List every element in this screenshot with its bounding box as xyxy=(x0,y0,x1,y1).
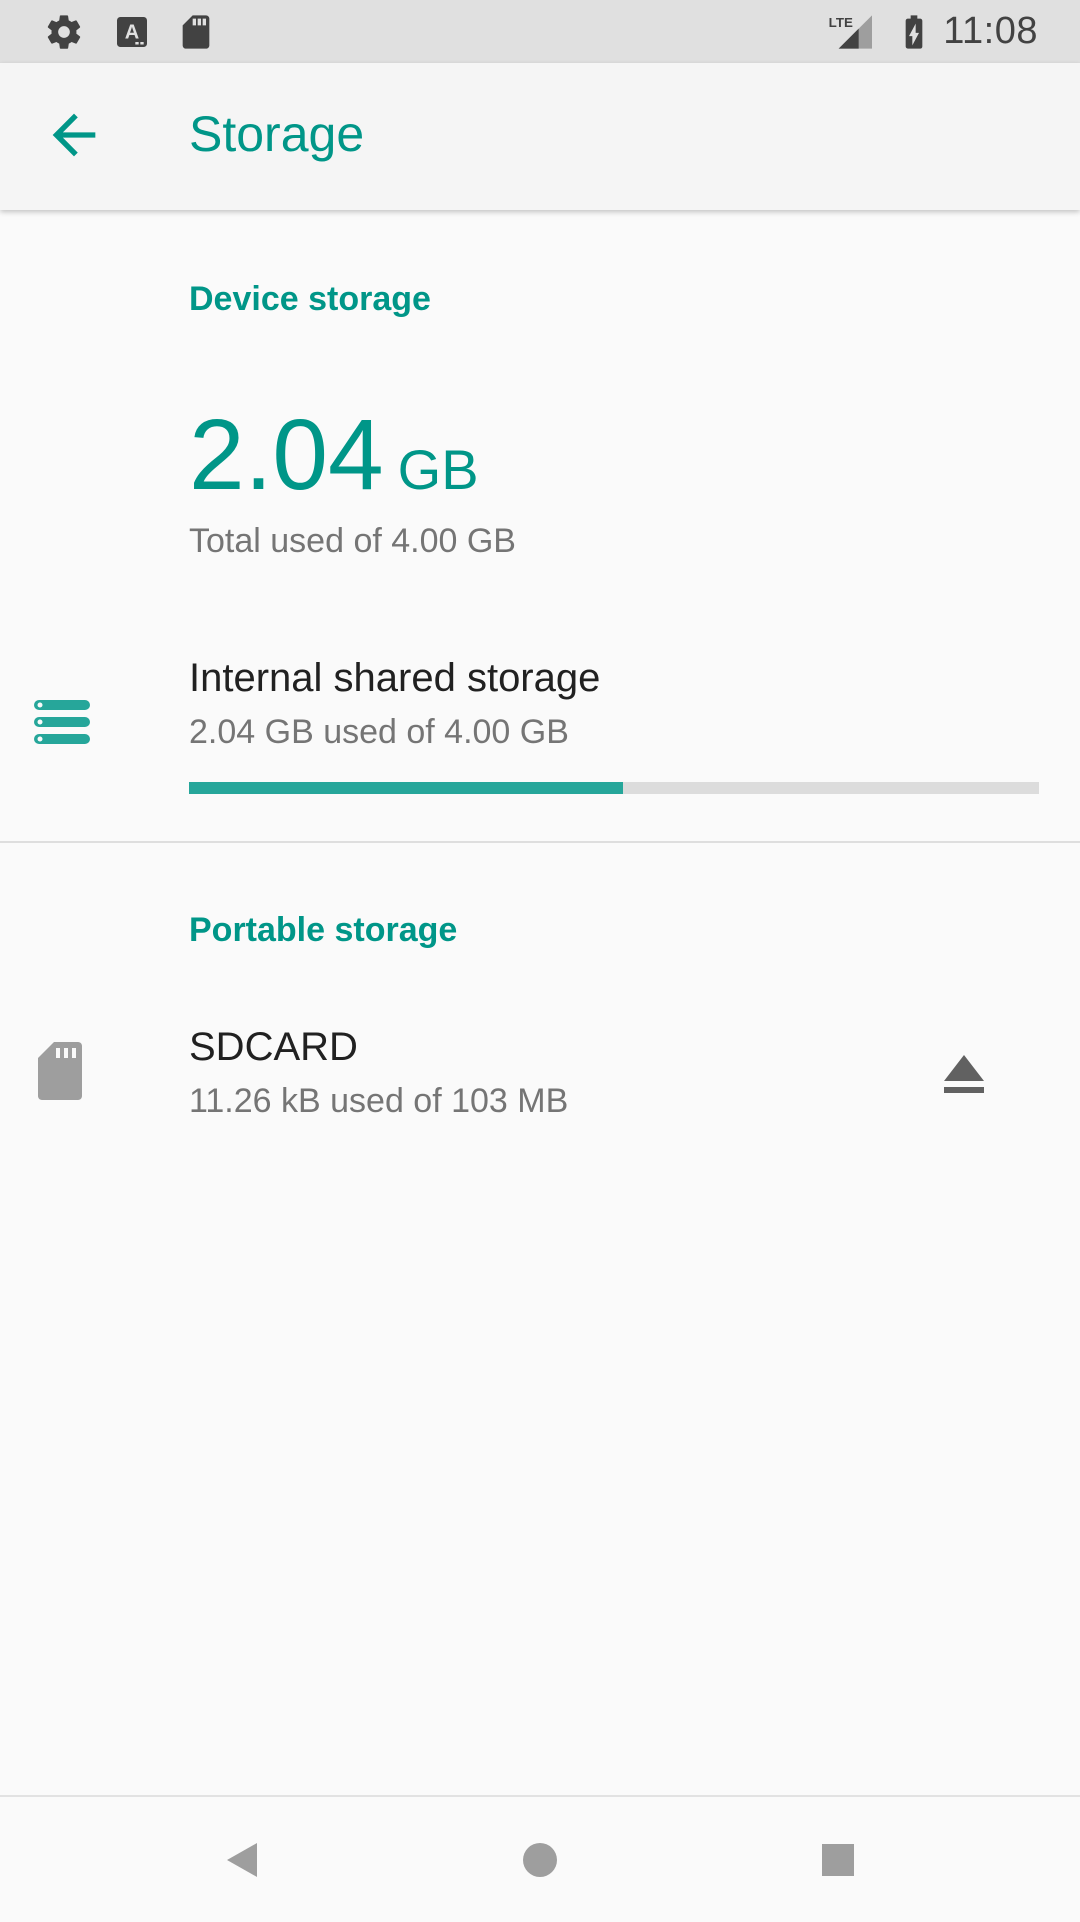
status-time: 11:08 xyxy=(943,10,1038,52)
used-value: 2.04 xyxy=(189,399,384,511)
used-unit: GB xyxy=(397,438,479,501)
used-storage-summary: 2.04 GB xyxy=(189,398,479,513)
text-a-icon: A xyxy=(117,17,147,47)
portable-storage-header: Portable storage xyxy=(189,911,458,949)
svg-text:A: A xyxy=(125,22,139,44)
eject-icon[interactable] xyxy=(920,1035,1008,1123)
internal-storage-title: Internal shared storage xyxy=(189,656,601,700)
lte-signal-icon: LTE xyxy=(829,15,872,49)
page-title: Storage xyxy=(189,106,365,162)
arrow-back-icon[interactable] xyxy=(42,103,106,167)
internal-storage-progress xyxy=(189,782,1039,794)
total-used-text: Total used of 4.00 GB xyxy=(189,522,516,560)
storage-icon xyxy=(34,700,90,744)
sdcard-title: SDCARD xyxy=(189,1025,358,1069)
back-triangle-icon[interactable] xyxy=(207,1825,277,1895)
sdcard-summary: 11.26 kB used of 103 MB xyxy=(189,1082,569,1120)
status-bar: A LTE 11:08 xyxy=(0,0,1080,63)
home-circle-icon[interactable] xyxy=(505,1825,575,1895)
progress-fill xyxy=(189,782,623,794)
gear-icon xyxy=(47,15,81,49)
recents-square-icon[interactable] xyxy=(803,1825,873,1895)
app-bar: Storage xyxy=(0,63,1080,210)
divider xyxy=(0,841,1080,843)
device-storage-header: Device storage xyxy=(189,280,431,318)
nav-bar xyxy=(0,1795,1080,1922)
battery-charging-icon xyxy=(905,15,923,49)
network-label: LTE xyxy=(829,15,853,30)
internal-storage-summary: 2.04 GB used of 4.00 GB xyxy=(189,713,569,751)
sd-card-icon xyxy=(38,1042,82,1100)
sd-card-icon xyxy=(182,15,210,49)
